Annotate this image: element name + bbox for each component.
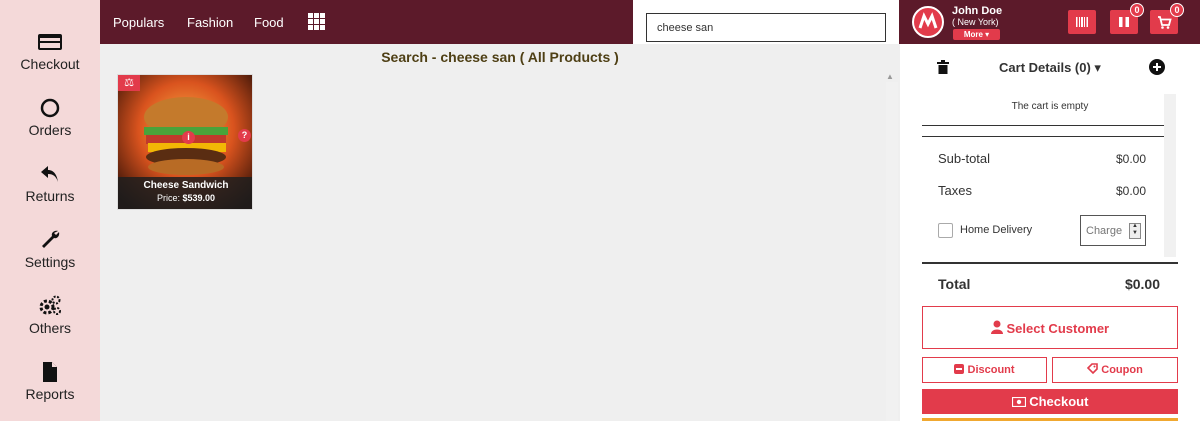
nav-food[interactable]: Food <box>254 15 284 30</box>
home-delivery-label: Home Delivery <box>960 224 1033 236</box>
avatar[interactable] <box>912 6 944 38</box>
hold-count-badge: 0 <box>1130 3 1144 17</box>
sidebar-item-label: Orders <box>28 122 72 138</box>
cart-count-badge: 0 <box>1170 3 1184 17</box>
barcode-icon <box>1076 17 1088 27</box>
tag-icon <box>1087 363 1098 375</box>
sidebar-item-label: Returns <box>25 188 75 204</box>
coupon-label: Coupon <box>1101 364 1143 376</box>
total-value: $0.00 <box>1124 276 1160 292</box>
charge-stepper[interactable]: ▲ ▼ <box>1129 223 1141 239</box>
taxes-label: Taxes <box>938 183 972 198</box>
top-bar: Populars Fashion Food John Doe ( New Yor… <box>100 0 1200 44</box>
hold-orders-button[interactable]: 0 <box>1110 3 1144 34</box>
delivery-charge-input[interactable] <box>1086 224 1128 238</box>
product-price-label: Price: <box>156 193 180 203</box>
checkout-button[interactable]: Checkout <box>922 389 1178 414</box>
divider <box>922 136 1164 137</box>
scroll-up-arrow-icon[interactable]: ▲ <box>886 72 894 81</box>
help-icon[interactable]: ? <box>238 129 251 142</box>
minus-square-icon <box>954 364 965 374</box>
cart-title: Cart Details (0) <box>999 60 1091 75</box>
home-delivery-checkbox[interactable] <box>938 223 953 238</box>
cart-empty-message: The cart is empty <box>1011 101 1089 112</box>
logo-icon <box>918 12 938 29</box>
barcode-button[interactable] <box>1068 10 1096 34</box>
product-price-row: Price: $539.00 <box>118 193 252 203</box>
stepper-down-icon[interactable]: ▼ <box>1132 230 1138 236</box>
product-card[interactable]: ⚖ i ? Cheese Sandwich Price: $539.00 <box>117 74 253 210</box>
subtotal-label: Sub-total <box>938 151 991 166</box>
search-container <box>633 0 899 44</box>
sidebar-item-label: Others <box>28 320 71 336</box>
sidebar: Checkout Orders Returns Settings Others <box>0 0 100 421</box>
stepper-up-icon[interactable]: ▲ <box>1132 223 1138 229</box>
wrench-icon <box>42 230 60 248</box>
product-price: $539.00 <box>182 193 216 203</box>
caret-down-icon: ▾ <box>985 30 990 39</box>
weight-scale-icon: ⚖ <box>118 75 140 91</box>
credit-card-icon <box>38 34 62 50</box>
coupon-button[interactable]: Coupon <box>1052 357 1178 383</box>
search-input[interactable] <box>646 13 886 42</box>
add-circle-icon[interactable] <box>1149 59 1165 75</box>
sidebar-item-returns[interactable]: Returns <box>0 162 100 222</box>
money-icon <box>1011 396 1026 408</box>
cart-button[interactable]: 0 <box>1150 3 1184 34</box>
more-button[interactable]: More ▾ <box>953 29 1000 40</box>
select-customer-label: Select Customer <box>1006 321 1110 336</box>
more-label: More <box>963 30 983 39</box>
page-title: Search - cheese san ( All Products ) <box>381 49 619 65</box>
caret-down-icon: ▾ <box>1094 60 1101 75</box>
nav-fashion[interactable]: Fashion <box>187 15 233 30</box>
discount-button[interactable]: Discount <box>922 357 1047 383</box>
discount-label: Discount <box>967 364 1015 376</box>
user-icon <box>990 320 1003 334</box>
divider <box>922 125 1164 126</box>
scrollbar[interactable] <box>886 82 898 421</box>
file-icon <box>43 362 57 382</box>
taxes-value: $0.00 <box>1115 184 1146 198</box>
sidebar-item-label: Reports <box>25 386 75 402</box>
checkout-label: Checkout <box>1029 394 1089 409</box>
cart-scrollbar[interactable] <box>1164 94 1176 257</box>
sidebar-item-reports[interactable]: Reports <box>0 360 100 420</box>
user-location: ( New York) <box>952 17 999 27</box>
sidebar-item-settings[interactable]: Settings <box>0 228 100 288</box>
select-customer-button[interactable]: Select Customer <box>922 306 1178 349</box>
user-name: John Doe <box>952 5 1003 17</box>
nav-populars[interactable]: Populars <box>113 15 164 30</box>
product-name: Cheese Sandwich <box>143 180 229 191</box>
sidebar-item-others[interactable]: Others <box>0 294 100 354</box>
circle-icon <box>40 98 60 118</box>
subtotal-value: $0.00 <box>1115 152 1146 166</box>
reply-arrow-icon <box>41 166 58 182</box>
product-caption: Cheese Sandwich Price: $539.00 <box>118 177 252 209</box>
divider <box>922 262 1178 264</box>
total-label: Total <box>938 276 971 292</box>
sidebar-item-orders[interactable]: Orders <box>0 96 100 156</box>
delivery-charge-field: ▲ ▼ <box>1080 215 1146 246</box>
cogs-icon <box>39 295 61 315</box>
info-icon[interactable]: i <box>182 131 195 144</box>
grid-icon[interactable] <box>308 13 325 30</box>
sidebar-item-label: Checkout <box>20 56 80 72</box>
sidebar-item-checkout[interactable]: Checkout <box>0 30 100 90</box>
sidebar-item-label: Settings <box>24 254 76 270</box>
